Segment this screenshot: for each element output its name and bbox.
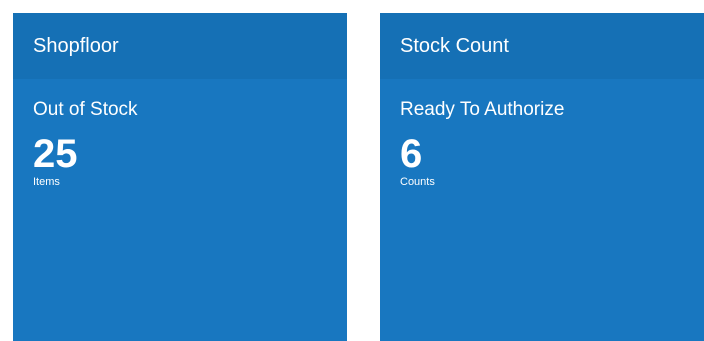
tile-shopfloor[interactable]: Shopfloor Out of Stock 25 Items	[13, 13, 347, 341]
tile-stock-count[interactable]: Stock Count Ready To Authorize 6 Counts	[380, 13, 704, 341]
tile-header: Stock Count	[380, 13, 704, 79]
tile-unit: Items	[33, 176, 60, 188]
tile-unit: Counts	[400, 176, 435, 188]
tile-count: 6	[400, 132, 423, 176]
tile-body: Ready To Authorize 6 Counts	[380, 79, 704, 189]
tile-title: Stock Count	[400, 34, 509, 57]
tile-body: Out of Stock 25 Items	[13, 79, 347, 189]
tile-subtitle: Out of Stock	[33, 99, 138, 120]
tile-subtitle: Ready To Authorize	[400, 99, 565, 120]
dashboard: Shopfloor Out of Stock 25 Items Stock Co…	[0, 0, 704, 341]
tile-header: Shopfloor	[13, 13, 347, 79]
tile-count: 25	[33, 132, 78, 176]
tile-title: Shopfloor	[33, 34, 119, 57]
